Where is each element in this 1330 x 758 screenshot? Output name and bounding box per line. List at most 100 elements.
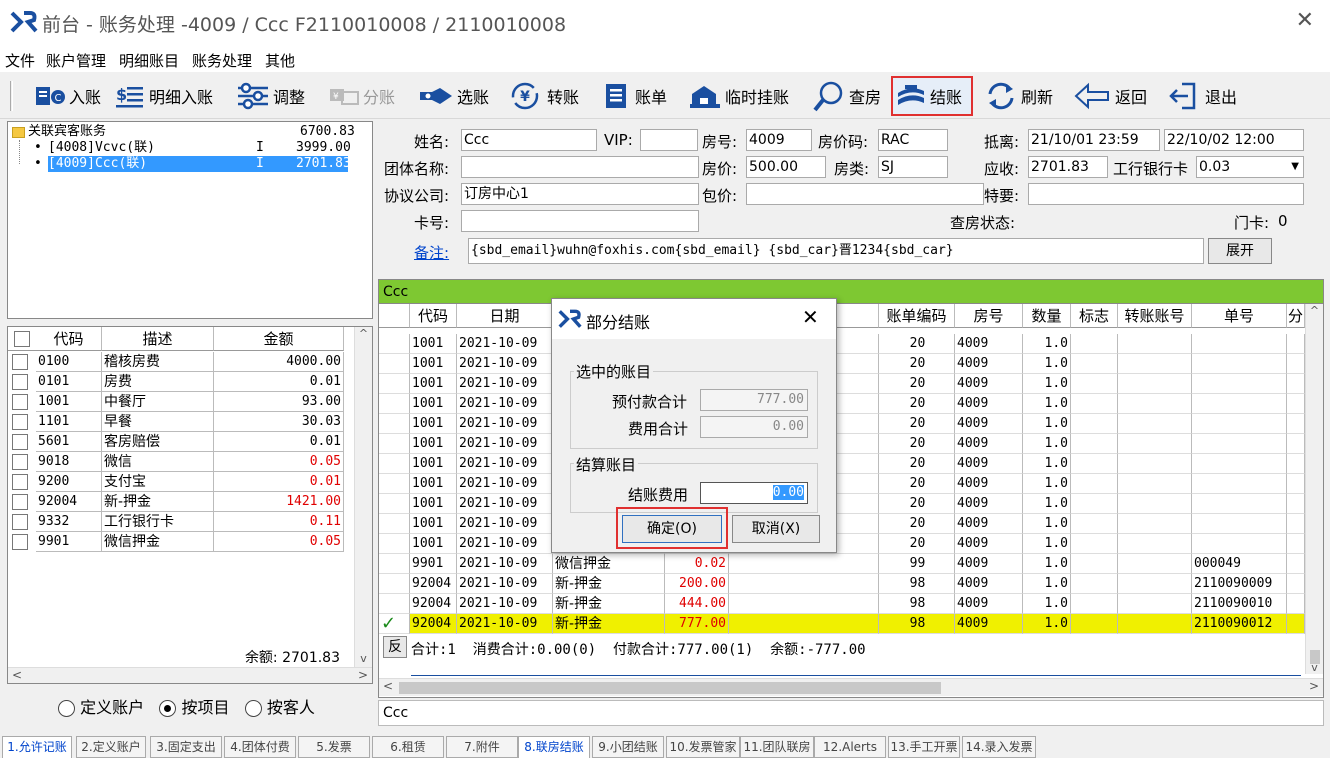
- tree-root-label[interactable]: 关联宾客账务: [28, 124, 106, 140]
- close-icon[interactable]: ✕: [802, 305, 819, 329]
- item-checkbox[interactable]: [12, 494, 28, 510]
- radio-by-item[interactable]: 按项目: [159, 698, 229, 717]
- items-vscrollbar[interactable]: ^ v: [354, 327, 372, 667]
- scroll-right-icon[interactable]: >: [1309, 679, 1319, 693]
- item-row[interactable]: 0101 房费 0.01: [8, 372, 344, 392]
- settle-field[interactable]: 0.00: [700, 482, 808, 504]
- scroll-left-icon[interactable]: <: [383, 679, 393, 693]
- item-checkbox[interactable]: [12, 454, 28, 470]
- header-room[interactable]: 房号: [955, 304, 1023, 328]
- txn-check[interactable]: [379, 454, 410, 474]
- status-tab[interactable]: 10.发票管家: [666, 736, 740, 758]
- scroll-left-icon[interactable]: <: [12, 668, 22, 682]
- cardno-field[interactable]: [461, 210, 699, 232]
- status-tab[interactable]: 7.附件: [446, 736, 518, 758]
- special-field[interactable]: [1028, 183, 1304, 205]
- transaction-row[interactable]: 1001 2021-10-09 20 4009 1.0: [379, 494, 1305, 514]
- transaction-row[interactable]: 1001 2021-10-09 20 4009 1.0: [379, 534, 1305, 554]
- back-button[interactable]: 返回: [1074, 77, 1147, 115]
- header-more[interactable]: 分: [1287, 304, 1305, 328]
- menu-account-mgmt[interactable]: 账户管理: [46, 50, 106, 71]
- select-all-checkbox[interactable]: [14, 331, 30, 347]
- checkout-button[interactable]: 结账: [891, 76, 973, 116]
- status-tab[interactable]: 4.团体付费: [224, 736, 296, 758]
- item-row[interactable]: 0100 稽核房费 4000.00: [8, 352, 344, 372]
- header-code[interactable]: 代码: [410, 304, 457, 328]
- price-field[interactable]: 500.00: [746, 156, 826, 178]
- txn-check[interactable]: [379, 494, 410, 514]
- note-link[interactable]: 备注:: [414, 242, 449, 263]
- scroll-right-icon[interactable]: >: [358, 668, 368, 682]
- txn-check[interactable]: [379, 374, 410, 394]
- note-field[interactable]: {sbd_email}wuhn@foxhis.com{sbd_email} {s…: [468, 238, 1204, 264]
- status-tab[interactable]: 9.小团结账: [592, 736, 664, 758]
- status-tab[interactable]: 5.发票: [298, 736, 370, 758]
- transaction-row[interactable]: 1001 2021-10-09 20 4009 1.0: [379, 434, 1305, 454]
- header-code[interactable]: 代码: [36, 327, 102, 351]
- status-tab[interactable]: 3.固定支出: [150, 736, 222, 758]
- header-amount[interactable]: 金额: [214, 327, 344, 351]
- item-row[interactable]: 1101 早餐 30.03: [8, 412, 344, 432]
- txn-check[interactable]: [379, 594, 410, 614]
- txn-check[interactable]: [379, 474, 410, 494]
- transaction-row[interactable]: 1001 2021-10-09 20 4009 1.0: [379, 454, 1305, 474]
- inspect-button[interactable]: 查房: [812, 77, 881, 115]
- card-amount-select[interactable]: 0.03 ▼: [1196, 156, 1304, 178]
- vip-field[interactable]: [640, 129, 698, 151]
- item-row[interactable]: 9332 工行银行卡 0.11: [8, 512, 344, 532]
- due-field[interactable]: 2701.83: [1028, 156, 1108, 178]
- txn-check[interactable]: [379, 394, 410, 414]
- txn-check[interactable]: [379, 414, 410, 434]
- scroll-down-icon[interactable]: v: [355, 652, 372, 665]
- scroll-thumb[interactable]: [399, 682, 941, 694]
- company-field[interactable]: 订房中心1: [461, 183, 699, 205]
- room-field[interactable]: 4009: [746, 129, 812, 151]
- expand-button[interactable]: 展开: [1208, 238, 1272, 264]
- adjust-button[interactable]: 调整: [236, 77, 305, 115]
- transfer-button[interactable]: ¥ 转账: [508, 77, 579, 115]
- select-button[interactable]: 选账: [418, 77, 489, 115]
- item-checkbox[interactable]: [12, 414, 28, 430]
- detail-post-button[interactable]: $ 明细入账: [114, 77, 213, 115]
- item-checkbox[interactable]: [12, 374, 28, 390]
- header-flag[interactable]: 标志: [1071, 304, 1118, 328]
- item-row[interactable]: 9901 微信押金 0.05: [8, 532, 344, 552]
- menu-account-process[interactable]: 账务处理: [192, 50, 252, 71]
- hold-button[interactable]: 临时挂账: [688, 77, 789, 115]
- scroll-up-icon[interactable]: ^: [1306, 304, 1323, 317]
- item-row[interactable]: 1001 中餐厅 93.00: [8, 392, 344, 412]
- transaction-row[interactable]: ✓ 92004 2021-10-09 新-押金 777.00 98 4009 1.0 21100…: [379, 614, 1305, 634]
- header-bill-code[interactable]: 账单编码: [879, 304, 955, 328]
- room-type-field[interactable]: SJ: [878, 156, 948, 178]
- transaction-row[interactable]: 9901 2021-10-09 微信押金 0.02 99 4009 1.0 000049: [379, 554, 1305, 574]
- ok-button[interactable]: 确定(O): [622, 515, 722, 543]
- menu-detail-items[interactable]: 明细账目: [119, 50, 179, 71]
- split-button[interactable]: ¥ 分账: [328, 77, 395, 115]
- menu-file[interactable]: 文件: [5, 50, 35, 71]
- package-field[interactable]: [746, 183, 984, 205]
- cancel-button[interactable]: 取消(X): [732, 515, 820, 543]
- status-tab[interactable]: 6.租赁: [372, 736, 444, 758]
- item-checkbox[interactable]: [12, 354, 28, 370]
- txn-check[interactable]: [379, 574, 410, 594]
- bill-button[interactable]: 账单: [602, 77, 667, 115]
- status-tab[interactable]: 8.联房结账: [518, 736, 590, 758]
- transactions-vscrollbar[interactable]: ^ v: [1305, 304, 1323, 674]
- scroll-up-icon[interactable]: ^: [355, 327, 372, 340]
- transaction-row[interactable]: 1001 2021-10-09 20 4009 1.0: [379, 514, 1305, 534]
- transaction-row[interactable]: 1001 2021-10-09 20 4009 1.0: [379, 334, 1305, 354]
- txn-check[interactable]: [379, 534, 410, 554]
- depart-field[interactable]: 22/10/02 12:00: [1164, 129, 1304, 151]
- txn-check[interactable]: [379, 334, 410, 354]
- item-row[interactable]: 9200 支付宝 0.01: [8, 472, 344, 492]
- name-field[interactable]: Ccc: [461, 129, 597, 151]
- transactions-hscrollbar[interactable]: < >: [379, 678, 1323, 696]
- refresh-button[interactable]: 刷新: [984, 77, 1053, 115]
- header-transfer[interactable]: 转账账号: [1118, 304, 1192, 328]
- header-desc[interactable]: 描述: [102, 327, 214, 351]
- header-date[interactable]: 日期: [457, 304, 553, 328]
- post-button[interactable]: C 入账: [34, 77, 101, 115]
- menu-other[interactable]: 其他: [265, 50, 295, 71]
- transaction-row[interactable]: 1001 2021-10-09 20 4009 1.0: [379, 394, 1305, 414]
- item-checkbox[interactable]: [12, 434, 28, 450]
